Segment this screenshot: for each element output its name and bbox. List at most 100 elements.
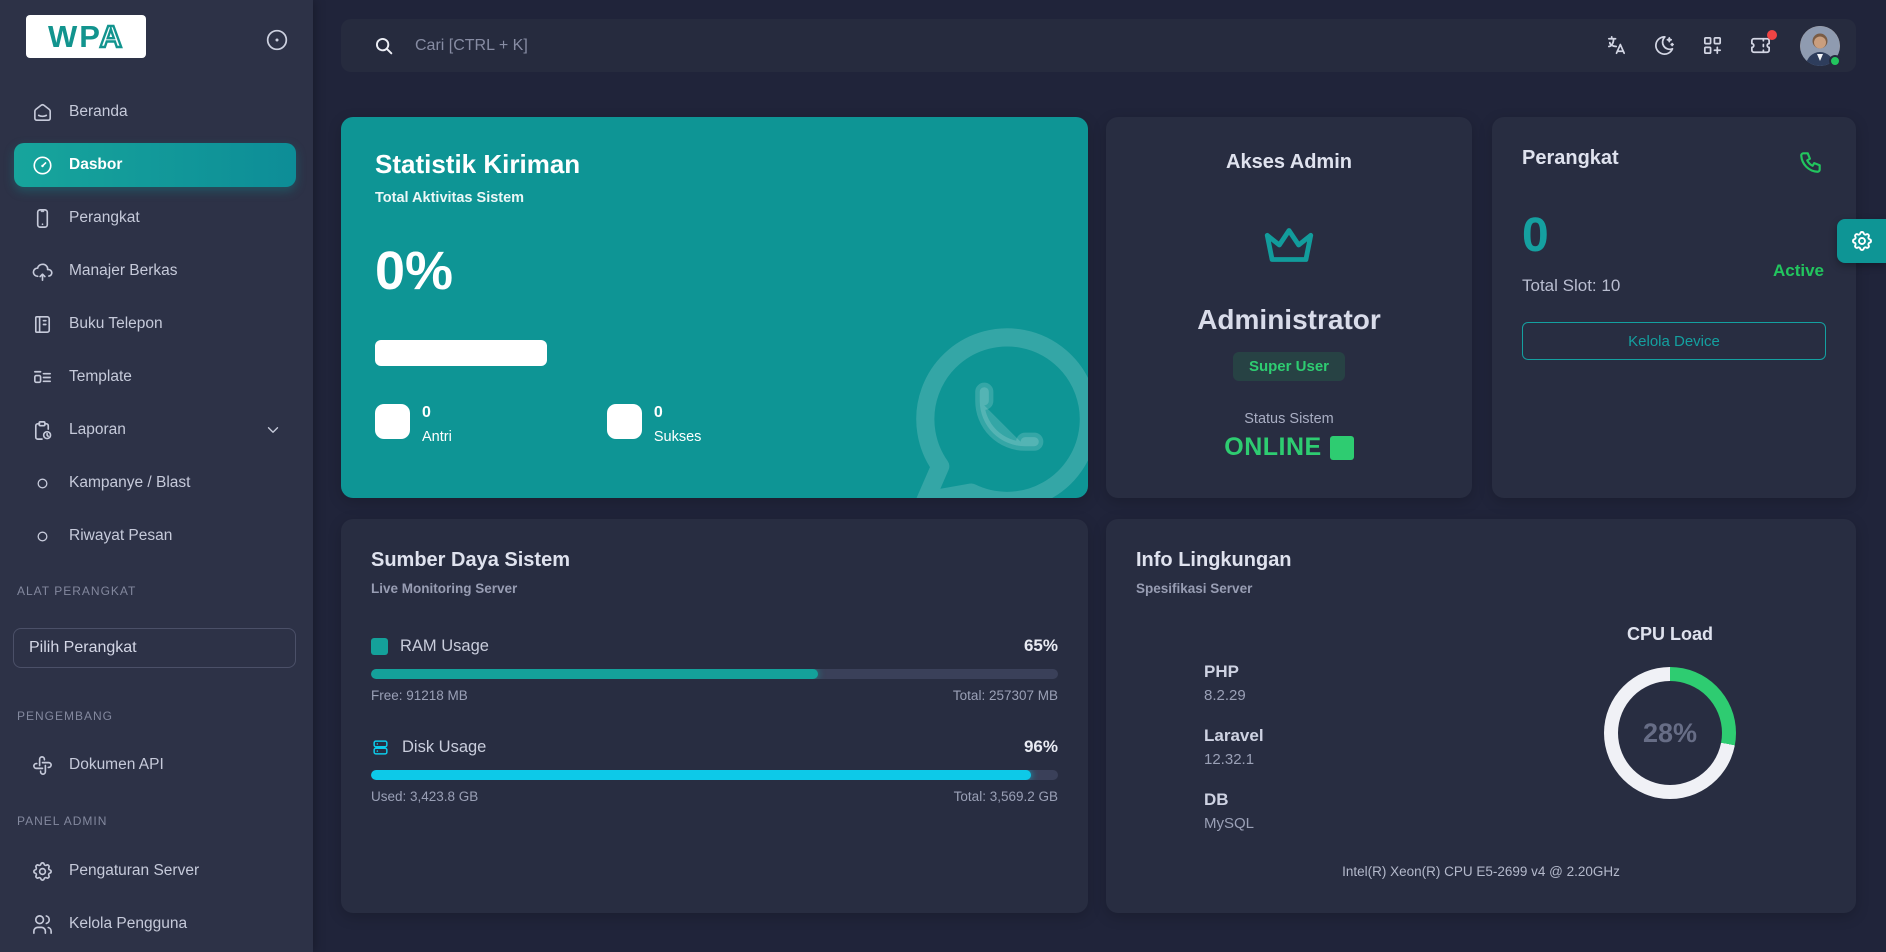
status-label: Status Sistem [1106,411,1472,427]
sidebar-item-label: Laporan [69,421,126,439]
sidebar-item-template[interactable]: Template [14,355,296,399]
disk-total: Total: 3,569.2 GB [954,789,1058,804]
template-icon [31,366,54,389]
ram-progress-track [371,669,1058,679]
chevron-down-icon [264,421,282,439]
card-akses-admin: Akses Admin Administrator Super User Sta… [1106,117,1472,498]
stat-square-icon [607,404,642,439]
ram-total: Total: 257307 MB [953,688,1058,703]
disk-used: Used: 3,423.8 GB [371,789,478,804]
search-input[interactable] [415,37,1015,55]
theme-customizer-button[interactable] [1837,219,1886,263]
circle-icon [31,525,54,548]
sidebar-item-dasbor[interactable]: Dasbor [14,143,296,187]
card-title: Info Lingkungan [1136,549,1826,572]
moon-stars-icon[interactable] [1653,34,1676,57]
online-square-indicator [1330,436,1354,460]
sidebar-item-label: Dokumen API [69,756,164,774]
language-icon[interactable] [1605,34,1628,57]
system-status: ONLINE [1106,433,1472,462]
sidebar-nav: Beranda Dasbor Perangkat Manajer Berkas … [0,74,313,952]
report-icon [31,419,54,442]
home-icon [31,101,54,124]
sidebar-item-kampanye-blast[interactable]: Kampanye / Blast [14,461,296,505]
sidebar-item-riwayat-pesan[interactable]: Riwayat Pesan [14,514,296,558]
disk-percent: 96% [1024,737,1058,757]
device-count: 0 [1522,212,1826,260]
card-title: Perangkat [1522,147,1826,170]
spec-name: PHP [1204,662,1264,682]
sidebar-item-label: Riwayat Pesan [69,527,172,545]
delivery-progress-bar [375,340,547,366]
phone-icon [1798,149,1824,175]
sidebar-item-manajer-berkas[interactable]: Manajer Berkas [14,249,296,293]
sidebar-item-label: Kelola Pengguna [69,915,187,933]
card-subtitle: Total Aktivitas Sistem [375,190,1054,206]
device-select[interactable]: Pilih Perangkat [13,628,296,668]
database-icon [371,738,390,757]
ram-detail-row: Free: 91218 MB Total: 257307 MB [371,688,1058,703]
sidebar-item-label: Template [69,368,132,386]
stat-antri: 0 Antri [375,404,452,445]
notification-badge [1767,30,1777,40]
sidebar-item-label: Beranda [69,103,128,121]
stat-square-icon [375,404,410,439]
device-select-value: Pilih Perangkat [29,639,137,657]
sidebar: WPA Beranda Dasbor Perangkat Manajer Ber… [0,0,313,952]
notebook-icon [31,313,54,336]
ram-free: Free: 91218 MB [371,688,468,703]
section-label-pengembang: PENGEMBANG [17,709,313,725]
ram-label: RAM Usage [400,637,489,656]
search-icon [373,35,395,57]
logo-text: WPA [48,21,124,52]
sidebar-item-pengaturan-server[interactable]: Pengaturan Server [14,849,296,893]
sidebar-item-label: Manajer Berkas [69,262,178,280]
apps-grid-icon[interactable] [1701,34,1724,57]
disk-progress-fill [371,770,1031,780]
card-subtitle: Spesifikasi Server [1136,581,1826,596]
sidebar-item-beranda[interactable]: Beranda [14,90,296,134]
app-logo[interactable]: WPA [26,15,146,58]
crown-icon [1260,216,1318,274]
sidebar-item-laporan[interactable]: Laporan [14,408,296,452]
kelola-device-button[interactable]: Kelola Device [1522,322,1826,360]
disk-usage-row: Disk Usage 96% [371,737,1058,757]
stat-value: 0 [422,404,452,422]
spec-value: MySQL [1204,815,1264,832]
dashboard-gauge-icon [31,154,54,177]
card-perangkat: Perangkat 0 Active Total Slot: 10 Kelola… [1492,117,1856,498]
cpu-load-title: CPU Load [1627,624,1713,645]
card-title: Sumber Daya Sistem [371,549,1058,572]
smartphone-icon [31,207,54,230]
search-bar [373,35,1605,57]
card-info-lingkungan: Info Lingkungan Spesifikasi Server PHP 8… [1106,519,1856,913]
section-label-alat-perangkat: ALAT PERANGKAT [17,584,313,600]
spec-value: 12.32.1 [1204,751,1264,768]
topbar-actions [1605,26,1840,66]
sidebar-item-buku-telepon[interactable]: Buku Telepon [14,302,296,346]
sidebar-item-label: Perangkat [69,209,140,227]
active-label: Active [1773,261,1824,281]
environment-body: PHP 8.2.29 Laravel 12.32.1 DB MySQL CPU … [1136,596,1826,864]
sidebar-collapse-toggle-icon[interactable] [264,27,290,53]
spec-name: Laravel [1204,726,1264,746]
cpu-percent: 28% [1618,681,1722,785]
disk-progress-track [371,770,1058,780]
disk-label: Disk Usage [402,738,486,757]
cloud-upload-icon [31,260,54,283]
stat-label: Antri [422,429,452,445]
card-title: Akses Admin [1106,151,1472,174]
sidebar-item-dokumen-api[interactable]: Dokumen API [14,743,296,787]
user-avatar[interactable] [1800,26,1840,66]
api-icon [31,754,54,777]
delivery-percent: 0% [375,244,1054,298]
stat-value: 0 [654,404,702,422]
server-specs: PHP 8.2.29 Laravel 12.32.1 DB MySQL [1204,662,1264,864]
sidebar-item-perangkat[interactable]: Perangkat [14,196,296,240]
spec-value: 8.2.29 [1204,687,1264,704]
cpu-gauge: 28% [1604,667,1736,799]
topbar [341,19,1856,72]
sidebar-item-kelola-pengguna[interactable]: Kelola Pengguna [14,902,296,946]
admin-role: Administrator [1106,304,1472,336]
ticket-icon[interactable] [1749,34,1772,57]
